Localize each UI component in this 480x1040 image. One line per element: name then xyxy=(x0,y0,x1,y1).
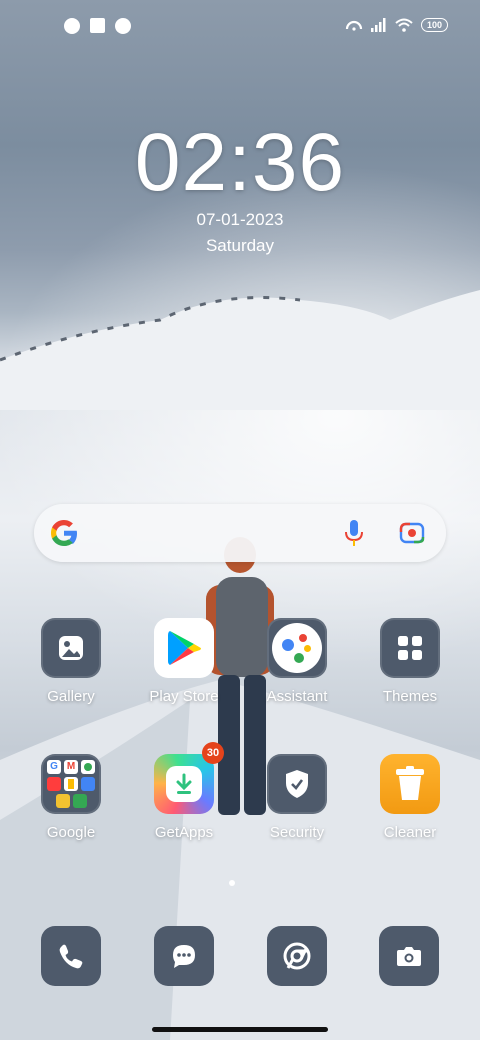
signal-icon xyxy=(370,18,386,32)
app-label: Gallery xyxy=(47,688,95,705)
phone-icon xyxy=(59,944,83,969)
app-folder-google[interactable]: G M Google xyxy=(23,754,119,841)
security-icon xyxy=(267,754,327,814)
dock-camera[interactable] xyxy=(379,926,439,986)
google-lens-icon[interactable] xyxy=(398,519,426,547)
hotspot-icon xyxy=(345,20,363,31)
app-themes[interactable]: Themes xyxy=(362,618,458,705)
app-gallery[interactable]: Gallery xyxy=(23,618,119,705)
messages-icon xyxy=(173,945,195,968)
app-label: Google xyxy=(46,824,96,841)
gallery-icon xyxy=(41,618,101,678)
notification-app-icon xyxy=(64,18,80,34)
getapps-icon: 30 xyxy=(154,742,224,814)
dock-phone[interactable] xyxy=(41,926,101,986)
folder-icon: G M xyxy=(41,754,101,814)
google-g-icon xyxy=(51,520,77,546)
assistant-icon xyxy=(267,618,327,678)
notification-badge: 30 xyxy=(202,742,224,764)
app-label: Themes xyxy=(382,688,438,705)
google-search-bar[interactable] xyxy=(34,504,446,562)
clock-date: 07-01-2023 xyxy=(196,210,284,229)
clock-time[interactable]: 02:36 xyxy=(0,118,480,208)
app-label: Security xyxy=(269,824,325,841)
app-label: Assistant xyxy=(266,688,328,705)
app-cleaner[interactable]: Cleaner xyxy=(362,754,458,841)
cleaner-icon xyxy=(380,754,440,814)
play-store-icon xyxy=(154,618,214,678)
app-security[interactable]: Security xyxy=(249,754,345,841)
home-gesture-bar[interactable] xyxy=(152,1027,328,1032)
notification-app-icon xyxy=(115,18,131,34)
clock-day: Saturday xyxy=(205,236,275,255)
dock-chrome[interactable] xyxy=(267,926,327,986)
dock-messages[interactable] xyxy=(154,926,214,986)
mic-icon[interactable] xyxy=(340,518,368,548)
mountain-ridge xyxy=(0,290,480,410)
app-label: Play Store xyxy=(149,688,219,705)
wifi-icon xyxy=(395,18,413,32)
app-assistant[interactable]: Assistant xyxy=(249,618,345,705)
app-label: GetApps xyxy=(154,824,214,841)
camera-icon xyxy=(397,947,421,966)
notification-square-icon xyxy=(90,18,105,33)
app-play-store[interactable]: Play Store xyxy=(136,618,232,705)
themes-icon xyxy=(380,618,440,678)
page-indicator[interactable] xyxy=(229,880,235,886)
battery-indicator: 100 xyxy=(420,18,448,32)
app-getapps[interactable]: 30 GetApps xyxy=(136,742,232,841)
status-bar: 100 xyxy=(0,14,480,42)
chrome-icon xyxy=(283,942,311,970)
app-label: Cleaner xyxy=(383,824,437,841)
